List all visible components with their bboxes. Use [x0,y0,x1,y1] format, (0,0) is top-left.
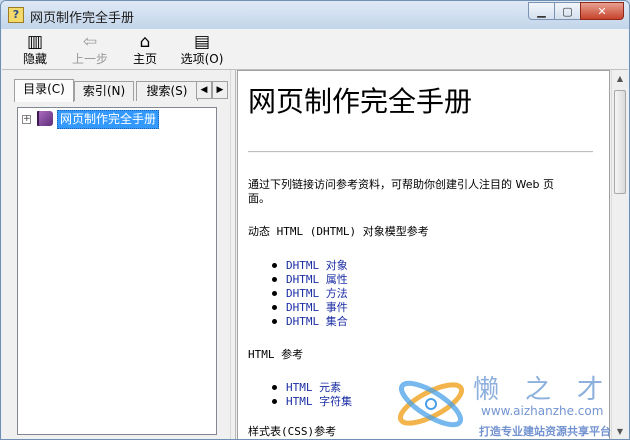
link-html-elements[interactable]: HTML 元素 [286,381,341,394]
maximize-button[interactable]: ▢ [554,2,581,20]
list-item: DHTML 事件 [272,301,348,315]
toolbar: ▥ 隐藏 ⇦ 上一步 ⌂ 主页 ▤ 选项(O) [2,29,628,70]
minimize-button[interactable]: ▁ [528,2,555,20]
html-link-list: HTML 元素 HTML 字符集 [272,381,352,409]
document-title: 网页制作完全手册 [248,85,473,118]
home-icon: ⌂ [139,32,151,52]
list-item: HTML 字符集 [272,395,352,409]
link-html-charset[interactable]: HTML 字符集 [286,395,352,408]
css-heading: 样式表(CSS)参考 [248,425,337,438]
dhtml-heading: 动态 HTML (DHTML) 对象模型参考 [248,225,429,238]
intro-text-line1: 通过下列链接访问参考资料，可帮助你创建引人注目的 Web 页 [248,178,554,191]
back-label: 上一步 [71,52,108,66]
options-button[interactable]: ▤ 选项(O) [174,32,230,68]
close-button[interactable]: ✕ [580,2,624,20]
hide-panel-icon: ▥ [26,32,44,52]
window-title: 网页制作完全手册 [30,11,135,26]
dhtml-link-list: DHTML 对象 DHTML 属性 DHTML 方法 DHTML 事件 DHTM… [272,259,348,329]
link-dhtml-events[interactable]: DHTML 事件 [286,301,348,314]
tree-item-manual[interactable]: 网页制作完全手册 [57,110,160,129]
tab-scroll-left-button[interactable]: ◀ [196,81,212,99]
back-arrow-icon: ⇦ [82,32,98,52]
intro-text-line2: 面。 [248,192,270,205]
document-scrollbar[interactable]: ▲ ▼ [611,70,628,439]
pane-splitter[interactable] [230,70,236,439]
tab-scroll-right-button[interactable]: ▶ [212,81,228,99]
list-item: DHTML 对象 [272,259,348,273]
list-item: HTML 元素 [272,381,352,395]
scroll-up-button[interactable]: ▲ [612,70,628,87]
options-label: 选项(O) [180,52,224,66]
document-pane: 网页制作完全手册 通过下列链接访问参考资料，可帮助你创建引人注目的 Web 页 … [237,70,610,439]
list-item: DHTML 方法 [272,287,348,301]
scroll-thumb[interactable] [614,90,626,194]
contents-tree: + 网页制作完全手册 [17,107,217,435]
link-dhtml-collections[interactable]: DHTML 集合 [286,315,348,328]
book-icon [37,111,53,126]
html-heading: HTML 参考 [248,348,304,361]
link-dhtml-objects[interactable]: DHTML 对象 [286,259,348,272]
tab-search[interactable]: 搜索(S) [136,81,198,101]
list-item: DHTML 集合 [272,315,348,329]
back-button[interactable]: ⇦ 上一步 [65,32,115,68]
caption-buttons: ▁ ▢ ✕ [528,2,624,22]
tab-index[interactable]: 索引(N) [74,81,134,101]
link-dhtml-properties[interactable]: DHTML 属性 [286,273,348,286]
home-label: 主页 [132,52,157,66]
content-area: 目录(C) 索引(N) 搜索(S) ◀ ▶ + 网页制作完全手册 网页制作完全手… [2,70,628,439]
link-dhtml-methods[interactable]: DHTML 方法 [286,287,348,300]
nav-tabs: 目录(C) 索引(N) 搜索(S) ◀ ▶ [14,79,228,102]
hide-label: 隐藏 [22,52,47,66]
tab-contents[interactable]: 目录(C) [14,79,74,102]
list-item: DHTML 属性 [272,273,348,287]
home-button[interactable]: ⌂ 主页 [120,32,170,68]
help-window: ? 网页制作完全手册 ▁ ▢ ✕ ▥ 隐藏 ⇦ 上一步 ⌂ 主页 ▤ 选项(O)… [0,0,630,440]
hide-button[interactable]: ▥ 隐藏 [10,32,60,68]
navigation-pane: 目录(C) 索引(N) 搜索(S) ◀ ▶ + 网页制作完全手册 [2,70,230,439]
tree-expand-icon[interactable]: + [22,115,31,124]
help-app-icon: ? [8,7,24,23]
scroll-down-button[interactable]: ▼ [612,423,628,439]
options-icon: ▤ [193,32,211,52]
title-bar[interactable]: ? 网页制作完全手册 ▁ ▢ ✕ [1,1,629,29]
horizontal-rule [248,151,593,153]
